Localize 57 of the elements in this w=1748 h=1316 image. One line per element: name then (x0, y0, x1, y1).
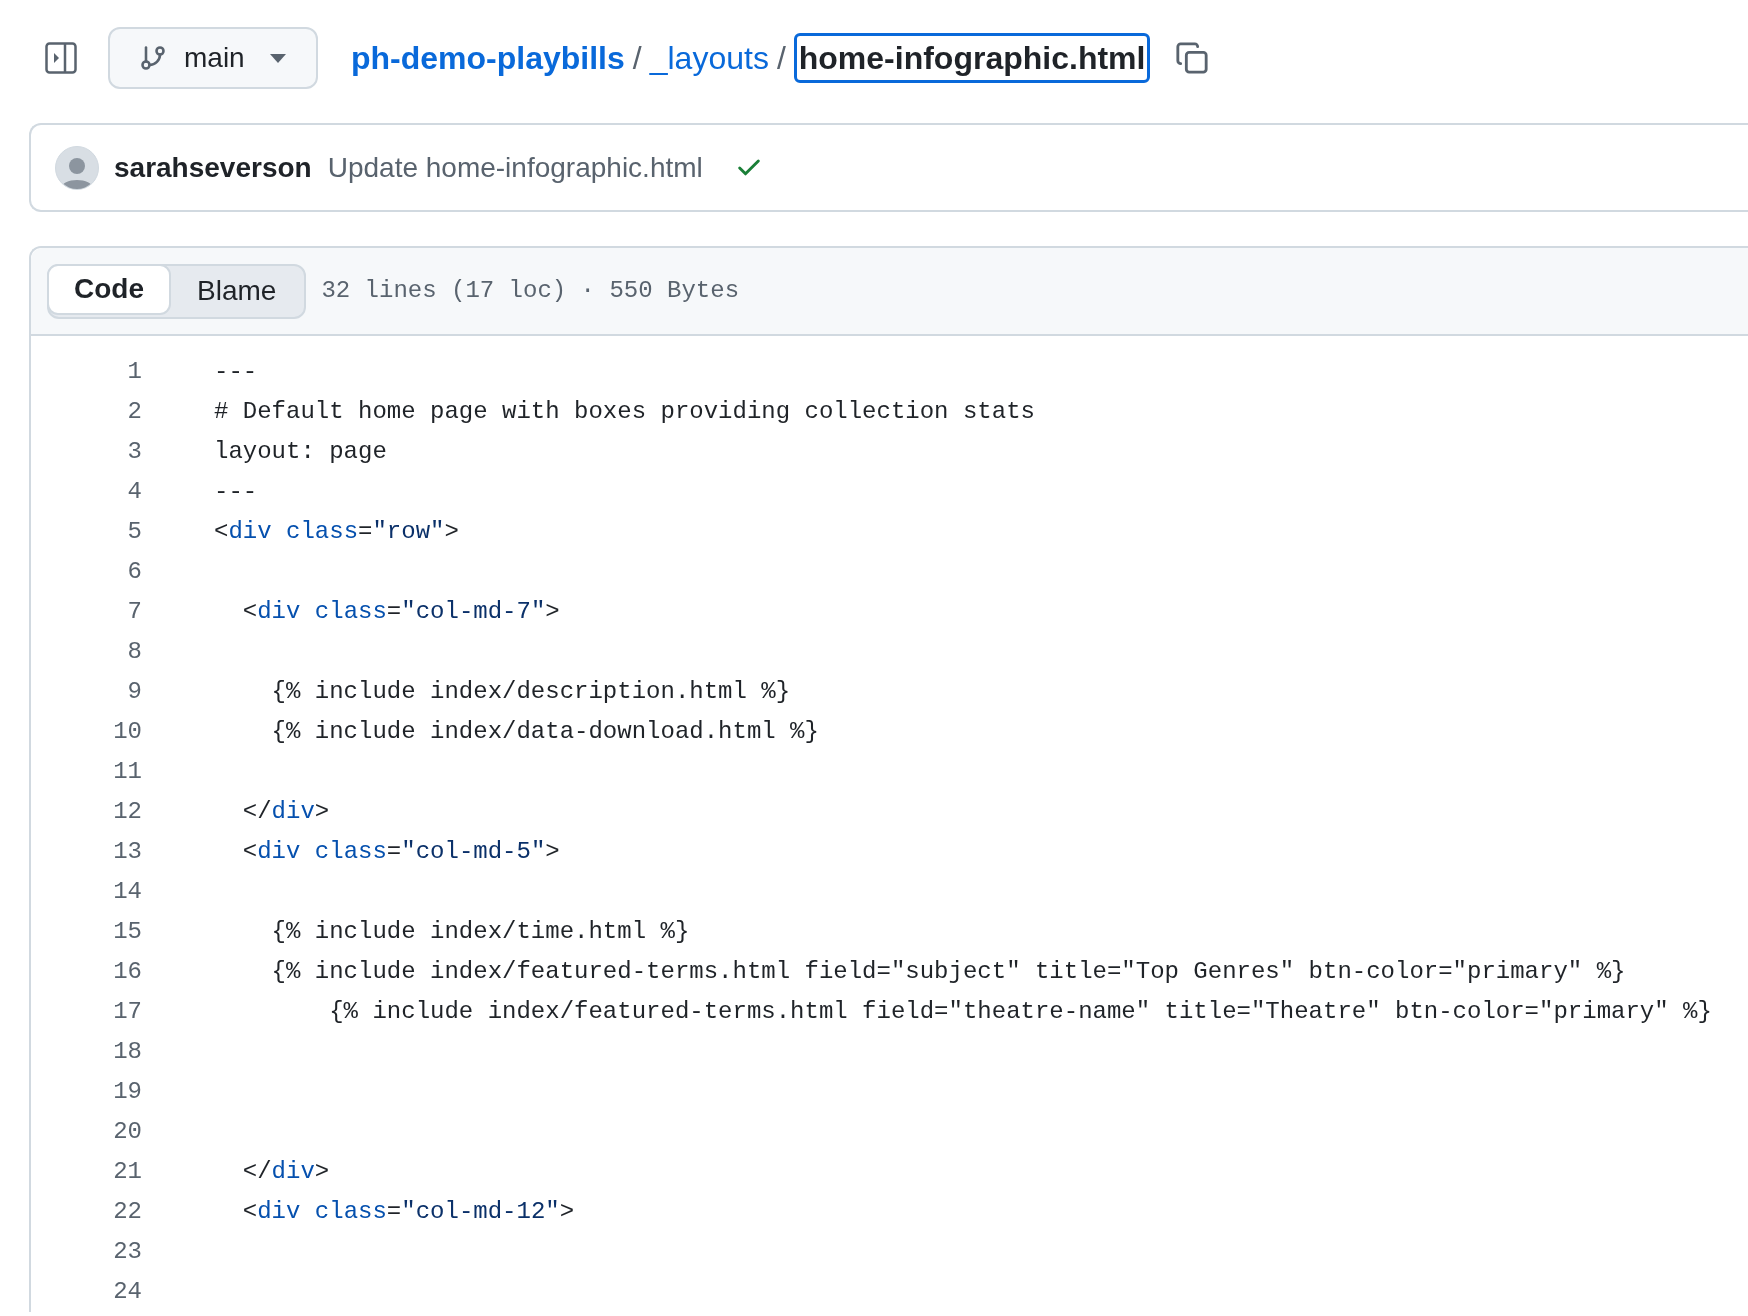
sidebar-toggle-button[interactable] (44, 41, 78, 75)
code-line: {% include index/description.html %} (270, 677, 791, 707)
repository-link[interactable]: ph-demo-playbills (351, 38, 625, 78)
code-line: {% include index/featured-terms.html field="theatre-name" title="Theatre" btn-color="primary" %} (328, 997, 1712, 1027)
code-line: <div class="row"> (214, 517, 459, 547)
avatar (55, 145, 99, 190)
line-number: 13 (112, 837, 142, 867)
branch-icon (139, 44, 167, 72)
line-number: 4 (126, 477, 142, 507)
file-info: 32 lines (17 loc) · 550 Bytes (321, 276, 740, 306)
copy-icon (1175, 41, 1210, 75)
sidebar-toggle-icon (45, 42, 77, 74)
commit-author[interactable]: sarahseverson (114, 146, 312, 189)
line-number: 24 (112, 1277, 142, 1307)
code-line: --- (214, 357, 258, 387)
line-number: 5 (126, 517, 142, 547)
line-number: 20 (112, 1117, 142, 1147)
line-number: 22 (112, 1197, 142, 1227)
view-tab[interactable]: Code (47, 263, 171, 315)
copy-button[interactable] (1174, 40, 1211, 76)
folder-link[interactable]: _layouts (649, 38, 769, 78)
line-number: 10 (112, 717, 142, 747)
line-number: 9 (126, 677, 142, 707)
line-number: 14 (112, 877, 142, 907)
line-number: 8 (126, 637, 142, 667)
commit-message[interactable]: Update home-infographic.html (327, 146, 703, 189)
code-line: --- (214, 477, 258, 507)
code-line: </div> (241, 797, 330, 827)
line-number: 7 (126, 597, 142, 627)
line-number: 23 (112, 1237, 142, 1267)
code-line: {% include index/featured-terms.html field="subject" title="Top Genres" btn-color="primary" %} (270, 957, 1626, 987)
line-number: 19 (112, 1077, 142, 1107)
code-line: <div class="col-md-5"> (241, 837, 560, 867)
code-line: {% include index/data-download.html %} (270, 717, 819, 747)
line-number: 6 (126, 557, 142, 587)
view-tab[interactable]: Blame (169, 265, 305, 317)
line-number: 2 (126, 397, 142, 427)
line-number: 15 (112, 917, 142, 947)
code-line: </div> (241, 1157, 330, 1187)
caret-icon (270, 53, 286, 63)
line-number: 3 (126, 437, 142, 467)
file-name: home-infographic.html (793, 33, 1151, 83)
line-number: 18 (112, 1037, 142, 1067)
breadcrumb-separator: / (776, 39, 786, 78)
code-line: <div class="col-md-12"> (241, 1197, 575, 1227)
line-number: 16 (112, 957, 142, 987)
branch-button[interactable]: main (108, 27, 318, 89)
code-line: <div class="col-md-7"> (241, 597, 560, 627)
code-line: # Default home page with boxes providing collection stats (214, 397, 1035, 427)
code-line: {% include index/time.html %} (270, 917, 690, 947)
line-number: 1 (126, 357, 142, 387)
code-line: layout: page (214, 437, 387, 467)
line-number: 21 (112, 1157, 142, 1187)
line-number: 11 (112, 757, 142, 787)
line-number: 12 (112, 797, 142, 827)
line-number: 17 (112, 997, 142, 1027)
breadcrumb-separator: / (632, 39, 642, 78)
